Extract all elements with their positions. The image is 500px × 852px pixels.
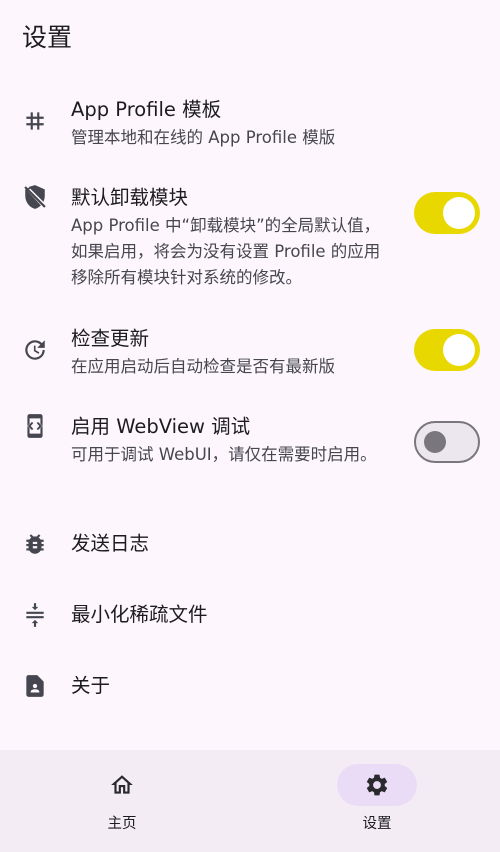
nav-item-home[interactable]: 主页 bbox=[52, 764, 192, 844]
update-icon bbox=[22, 337, 48, 363]
setting-headline: App Profile 模板 bbox=[71, 98, 222, 121]
nav-indicator bbox=[82, 764, 162, 806]
shield-off-icon bbox=[22, 184, 48, 210]
gear-icon bbox=[364, 772, 390, 798]
bug-icon bbox=[22, 531, 48, 557]
setting-minimize-sparse-file[interactable]: 最小化稀疏文件 bbox=[0, 601, 500, 631]
setting-default-unmount-modules[interactable]: 默认卸载模块 App Profile 中“卸载模块”的全局默认值，如果启用，将会… bbox=[0, 184, 500, 294]
check-update-switch[interactable] bbox=[414, 329, 480, 371]
webview-code-icon bbox=[22, 413, 48, 439]
setting-send-log[interactable]: 发送日志 bbox=[0, 530, 500, 560]
switch-thumb bbox=[443, 334, 475, 366]
setting-headline: 最小化稀疏文件 bbox=[71, 603, 208, 626]
nav-item-settings[interactable]: 设置 bbox=[307, 764, 447, 844]
webview-debug-switch[interactable] bbox=[414, 421, 480, 463]
grid-icon bbox=[22, 108, 48, 134]
nav-indicator-active bbox=[337, 764, 417, 806]
page-title: 设置 bbox=[22, 23, 73, 52]
unmount-modules-switch[interactable] bbox=[414, 192, 480, 234]
setting-description: 在应用启动后自动检查是否有最新版 bbox=[71, 357, 335, 376]
nav-label-settings: 设置 bbox=[362, 816, 392, 832]
setting-headline: 关于 bbox=[71, 674, 111, 697]
home-icon bbox=[109, 772, 135, 798]
setting-headline: 发送日志 bbox=[71, 532, 150, 555]
setting-about[interactable]: 关于 bbox=[0, 672, 500, 702]
setting-app-profile-template[interactable]: App Profile 模板 管理本地和在线的 App Profile 模版 bbox=[0, 96, 500, 156]
nav-label-home: 主页 bbox=[107, 816, 137, 832]
setting-description: 可用于调试 WebUI，请仅在需要时启用。 bbox=[71, 445, 377, 464]
switch-thumb bbox=[424, 431, 446, 453]
compress-icon bbox=[22, 602, 48, 628]
setting-description: App Profile 中“卸载模块”的全局默认值，如果启用，将会为没有设置 P… bbox=[71, 216, 381, 287]
setting-headline: 默认卸载模块 bbox=[71, 186, 189, 209]
contact-page-icon bbox=[22, 673, 48, 699]
switch-thumb bbox=[443, 197, 475, 229]
setting-check-update[interactable]: 检查更新 在应用启动后自动检查是否有最新版 bbox=[0, 325, 500, 385]
setting-headline: 启用 WebView 调试 bbox=[71, 415, 251, 438]
bottom-navigation-bar: 主页 设置 bbox=[0, 750, 500, 852]
setting-headline: 检查更新 bbox=[71, 327, 150, 350]
setting-description: 管理本地和在线的 App Profile 模版 bbox=[71, 128, 336, 147]
setting-webview-debug[interactable]: 启用 WebView 调试 可用于调试 WebUI，请仅在需要时启用。 bbox=[0, 413, 500, 493]
